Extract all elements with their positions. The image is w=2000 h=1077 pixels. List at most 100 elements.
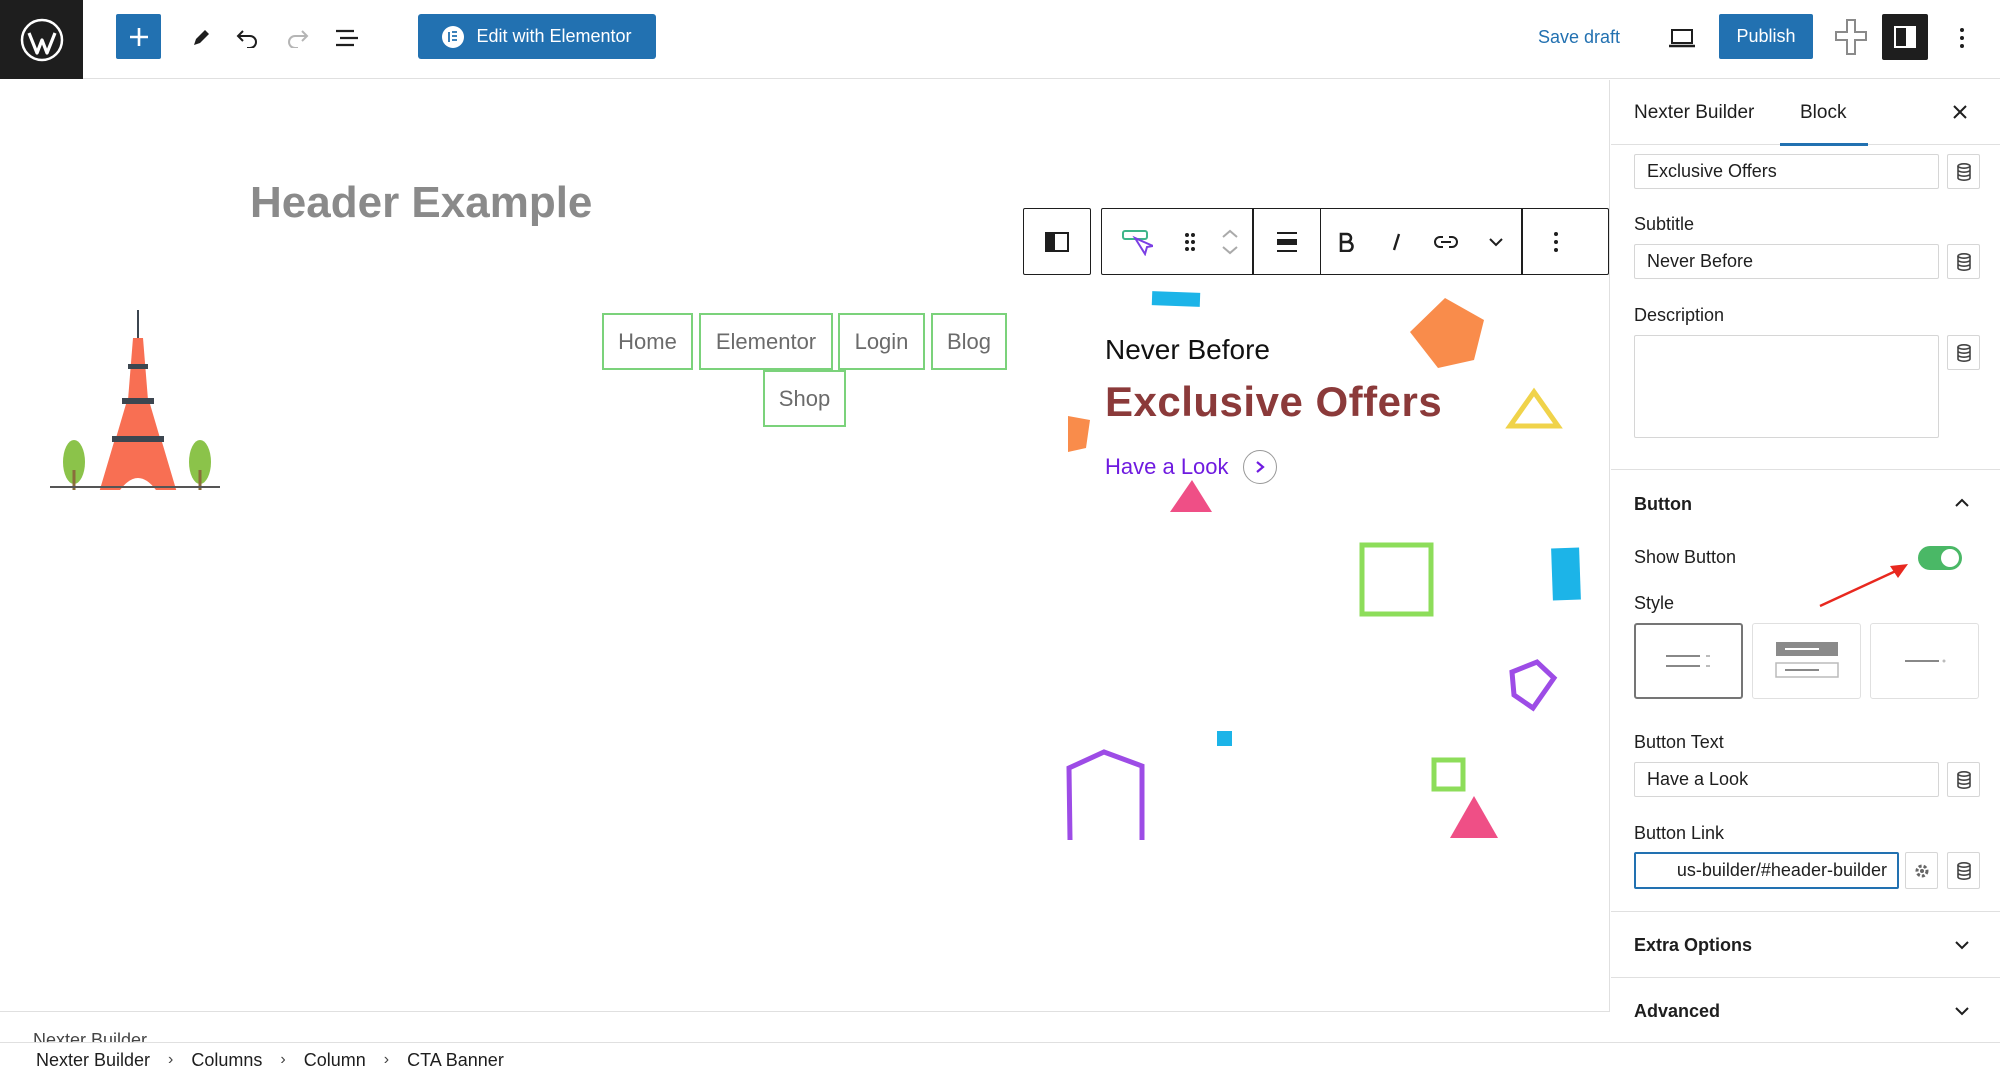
subtitle-field[interactable]: Never Before (1634, 244, 1939, 279)
document-overview-button[interactable] (330, 20, 366, 56)
chevron-up-icon[interactable] (1952, 493, 1972, 513)
database-icon (1956, 162, 1971, 181)
breadcrumb-item: CTA Banner (407, 1049, 504, 1070)
show-button-label: Show Button (1634, 547, 1737, 567)
eiffel-tower-image (50, 310, 220, 490)
settings-sidebar-toggle[interactable] (1882, 14, 1928, 60)
chevron-right-icon: › (168, 1051, 174, 1068)
chevron-down-icon (1222, 245, 1238, 254)
columns-icon (1045, 231, 1069, 252)
chevron-up-icon (1222, 229, 1238, 238)
section-divider (1611, 977, 2000, 978)
style-option-1[interactable] (1634, 623, 1743, 699)
parent-block-selector[interactable] (1023, 208, 1091, 275)
save-draft-button[interactable]: Save draft (1538, 20, 1620, 54)
tab-nexter-builder[interactable]: Nexter Builder (1634, 80, 1754, 145)
title-field[interactable]: Exclusive Offers (1634, 154, 1939, 189)
database-icon (1956, 343, 1971, 362)
breadcrumb-item[interactable]: Columns (191, 1050, 262, 1071)
nexter-plugin-button[interactable] (1832, 16, 1870, 58)
subtitle-label: Subtitle (1634, 214, 1695, 234)
more-rich-text-button[interactable] (1471, 209, 1521, 274)
dynamic-data-button[interactable] (1947, 762, 1980, 797)
button-style-1-icon (1665, 655, 1710, 667)
options-menu-button[interactable] (1944, 20, 1980, 56)
button-text-field[interactable]: Have a Look (1634, 762, 1939, 797)
button-section-title[interactable]: Button (1634, 494, 1692, 515)
cta-subtitle: Never Before (1105, 334, 1270, 365)
toggle-knob (1941, 549, 1959, 567)
drag-handle[interactable] (1172, 209, 1208, 274)
section-divider (1611, 469, 2000, 470)
button-link-label: Button Link (1634, 823, 1725, 843)
link-settings-button[interactable] (1905, 852, 1938, 889)
block-options-button[interactable] (1523, 209, 1589, 274)
advanced-section-title[interactable]: Advanced (1634, 1001, 1720, 1022)
style-label: Style (1634, 593, 1675, 613)
chevron-right-icon: › (280, 1051, 286, 1068)
block-breadcrumb: Nexter Builder › Columns › Column › CTA … (0, 1042, 2000, 1077)
bold-icon (1339, 232, 1354, 252)
italic-icon (1392, 233, 1401, 250)
arrow-right-circle-icon (1242, 450, 1277, 484)
chevron-down-icon (1489, 237, 1503, 246)
more-vertical-icon (1960, 28, 1964, 48)
block-type-button[interactable] (1102, 209, 1172, 274)
redo-button[interactable] (280, 20, 316, 56)
wordpress-logo-button[interactable] (0, 0, 83, 79)
button-link-field[interactable]: us-builder/#header-builder (1634, 852, 1899, 889)
close-sidebar-button[interactable] (1948, 100, 1972, 124)
description-label: Description (1634, 305, 1725, 325)
nav-item-blog[interactable]: Blog (931, 313, 1007, 370)
undo-button[interactable] (229, 20, 265, 56)
tab-block[interactable]: Block (1779, 80, 1870, 146)
link-button[interactable] (1421, 209, 1471, 274)
editor-top-toolbar: Edit with Elementor Save draft Publish (0, 0, 2000, 79)
chevron-right-icon: › (383, 1051, 390, 1068)
dynamic-data-button[interactable] (1947, 154, 1980, 189)
description-field[interactable] (1634, 335, 1939, 438)
cta-decorative-shapes (1066, 291, 1581, 841)
tools-button[interactable] (183, 20, 219, 56)
drag-icon (1185, 232, 1195, 251)
cta-button-label: Have a Look (1105, 454, 1229, 479)
show-button-toggle[interactable] (1918, 546, 1962, 570)
bold-button[interactable] (1321, 209, 1371, 274)
bottom-panel-title: Nexter Builder (33, 1030, 148, 1042)
align-button[interactable] (1254, 209, 1320, 274)
button-link-value: us-builder/#header-builder (1676, 860, 1887, 880)
nav-item-home[interactable]: Home (602, 313, 693, 370)
nav-item-elementor[interactable]: Elementor (699, 313, 833, 370)
chevron-down-icon[interactable] (1952, 1001, 1972, 1021)
add-block-button[interactable] (116, 14, 161, 59)
preview-button[interactable] (1664, 20, 1700, 56)
pencil-icon (194, 30, 209, 45)
italic-button[interactable] (1371, 209, 1421, 274)
style-option-2[interactable] (1752, 623, 1861, 699)
dynamic-data-button[interactable] (1947, 852, 1980, 889)
style-option-3[interactable] (1870, 623, 1979, 699)
edit-with-elementor-button[interactable]: Edit with Elementor (418, 14, 656, 59)
breadcrumb-item[interactable]: Column (304, 1050, 366, 1071)
breadcrumb-item[interactable]: Nexter Builder (36, 1050, 150, 1071)
publish-button[interactable]: Publish (1719, 14, 1813, 59)
elementor-icon (442, 25, 465, 48)
extra-options-section-title[interactable]: Extra Options (1634, 935, 1752, 956)
dynamic-data-button[interactable] (1947, 335, 1980, 370)
nav-item-login[interactable]: Login (838, 313, 925, 370)
list-view-icon (336, 29, 358, 47)
sidebar-icon (1894, 26, 1916, 48)
chevron-down-icon[interactable] (1952, 935, 1972, 955)
move-up-down[interactable] (1208, 209, 1252, 274)
sidebar-tabs: Nexter Builder Block (1611, 80, 2000, 146)
button-style-3-icon (1904, 659, 1945, 663)
dynamic-data-button[interactable] (1947, 244, 1980, 279)
cta-button[interactable]: Have a Look (1105, 450, 1277, 484)
database-icon (1956, 770, 1971, 789)
cta-block-icon (1122, 229, 1153, 256)
nav-item-shop[interactable]: Shop (763, 370, 846, 427)
gear-icon (1915, 864, 1928, 877)
undo-icon (236, 30, 257, 48)
button-text-label: Button Text (1634, 732, 1724, 752)
edit-with-elementor-label: Edit with Elementor (476, 26, 632, 46)
